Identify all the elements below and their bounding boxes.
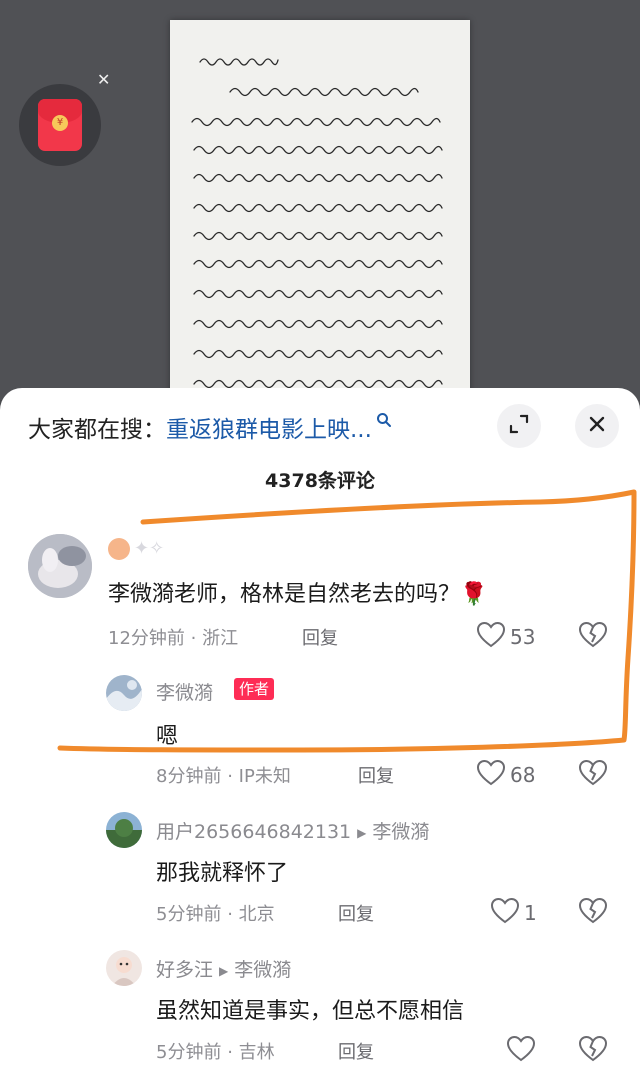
reply-time: 8分钟前 [156, 766, 222, 787]
broken-heart-icon [578, 621, 608, 653]
reply-user-name-text[interactable]: 好多汪 [156, 959, 213, 981]
broken-heart-icon [578, 1035, 608, 1067]
close-icon [588, 415, 606, 437]
reply-button[interactable]: 回复 [338, 1038, 374, 1064]
meta-separator: · [190, 628, 197, 649]
like-count: 1 [524, 901, 537, 925]
like-count: 53 [510, 625, 536, 649]
reply-location: 北京 [238, 904, 275, 925]
search-icon [376, 412, 392, 432]
reply-time: 5分钟前 [156, 1042, 222, 1063]
comment-meta: 12分钟前 · 浙江 [108, 624, 238, 650]
reply-time: 5分钟前 [156, 904, 222, 925]
like-count: 68 [510, 763, 536, 787]
like-button[interactable]: 1 [490, 897, 537, 929]
expand-icon [508, 413, 530, 439]
reply-author-name[interactable]: 李微漪 [156, 678, 213, 705]
reply-user-name: 好多汪 ▶ 李微漪 [156, 955, 291, 982]
reply-text: 虽然知道是事实，但总不愿相信 [156, 999, 465, 1024]
heart-icon [490, 897, 520, 929]
reply-avatar[interactable] [106, 950, 142, 986]
broken-heart-icon [578, 759, 608, 791]
reply-to-arrow-icon: ▶ [219, 963, 229, 978]
reply-to-name[interactable]: 李微漪 [234, 959, 291, 981]
dislike-button[interactable] [578, 621, 608, 653]
highlight-annotation [57, 489, 637, 753]
peach-icon [108, 538, 130, 560]
reply-location: IP未知 [238, 766, 291, 787]
trending-search-bar[interactable]: 大家都在搜：重返狼群电影上映... [28, 410, 392, 444]
sparkle-icon: ✦✧ [134, 538, 165, 559]
reply-to-name[interactable]: 李微漪 [372, 821, 429, 843]
red-packet-icon: ¥ [38, 99, 82, 151]
handwritten-letter-image [170, 20, 470, 400]
reply-meta: 5分钟前 · 吉林 [156, 1038, 275, 1064]
like-button[interactable] [506, 1035, 540, 1067]
reply-user-name-text[interactable]: 用户2656646842131 [156, 821, 351, 843]
meta-separator: · [227, 1042, 233, 1063]
broken-heart-icon [578, 897, 608, 929]
reply-meta: 8分钟前 · IP未知 [156, 762, 291, 788]
close-icon[interactable]: ✕ [97, 72, 110, 88]
dislike-button[interactable] [578, 759, 608, 791]
like-button[interactable]: 53 [476, 621, 535, 653]
reply-to-arrow-icon: ▶ [357, 825, 367, 840]
heart-icon [476, 621, 506, 653]
reply-text: 嗯 [156, 724, 179, 749]
reply-avatar-author[interactable] [106, 675, 142, 711]
reply-text: 那我就释怀了 [156, 861, 289, 886]
comment-text: 李微漪老师，格林是自然老去的吗？🌹 [108, 582, 488, 607]
heart-icon [506, 1035, 536, 1067]
reply-button[interactable]: 回复 [358, 762, 394, 788]
commenter-avatar[interactable] [28, 534, 92, 598]
reply-user-name: 用户2656646842131 ▶ 李微漪 [156, 817, 429, 844]
user-badges: ✦✧ [108, 538, 164, 560]
dislike-button[interactable] [578, 1035, 608, 1067]
expand-button[interactable] [497, 404, 541, 448]
video-player[interactable]: ¥ ✕ [0, 0, 640, 400]
comment-sheet: 大家都在搜：重返狼群电影上映... 4378条评论 ✦✧ 李微漪老师，格林是自然… [0, 388, 640, 1077]
search-prefix-label: 大家都在搜： [28, 417, 166, 443]
dislike-button[interactable] [578, 897, 608, 929]
meta-separator: · [227, 904, 233, 925]
comment-location: 浙江 [202, 628, 239, 649]
meta-separator: · [227, 766, 233, 787]
red-packet-button[interactable]: ¥ [19, 84, 101, 166]
author-badge: 作者 [234, 678, 275, 700]
close-button[interactable] [575, 404, 619, 448]
reply-button[interactable]: 回复 [302, 624, 338, 650]
heart-icon [476, 759, 506, 791]
reply-location: 吉林 [238, 1042, 275, 1063]
search-term-link[interactable]: 重返狼群电影上映... [166, 417, 372, 443]
reply-meta: 5分钟前 · 北京 [156, 900, 275, 926]
like-button[interactable]: 68 [476, 759, 535, 791]
comment-count: 4378条评论 [265, 470, 375, 492]
reply-button[interactable]: 回复 [338, 900, 374, 926]
comment-time: 12分钟前 [108, 628, 185, 649]
reply-avatar[interactable] [106, 812, 142, 848]
